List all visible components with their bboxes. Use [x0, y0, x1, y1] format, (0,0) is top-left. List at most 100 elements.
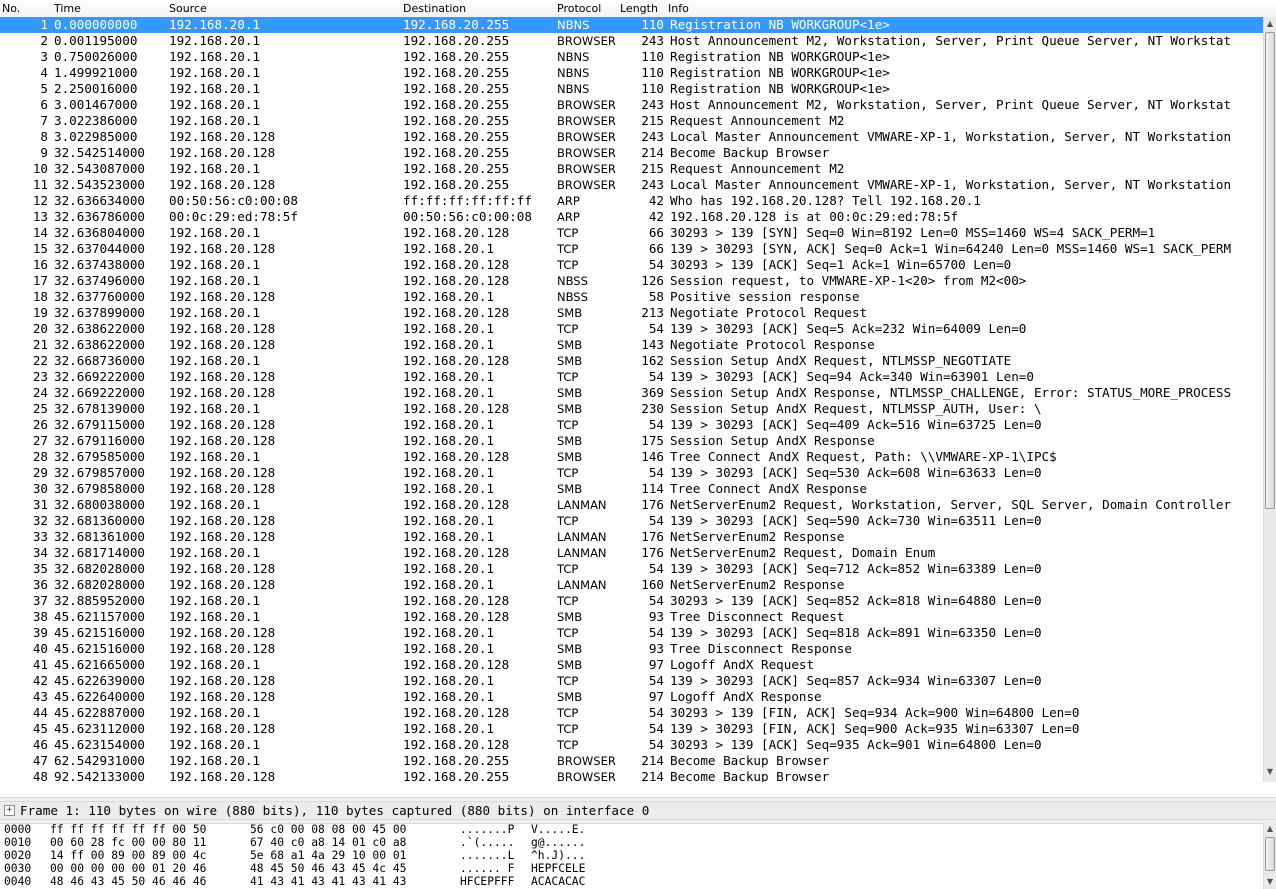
packet-row[interactable]: 35 32.682028000 192.168.20.128 192.168.20.1…: [0, 561, 1263, 577]
packet-row[interactable]: 3 0.750026000 192.168.20.1 192.168.20.255 NB…: [0, 49, 1263, 65]
packet-info: 139 > 30293 [ACK] Seq=409 Ack=516 Win=63…: [670, 417, 1042, 432]
vertical-scroll-thumb[interactable]: [1265, 32, 1275, 509]
packet-row[interactable]: 7 3.022386000 192.168.20.1 192.168.20.255 BR…: [0, 113, 1263, 129]
packet-row[interactable]: 22 32.668736000 192.168.20.1 192.168.20.128…: [0, 353, 1263, 369]
packet-destination: 192.168.20.1: [403, 513, 494, 528]
packet-row[interactable]: 45 45.623112000 192.168.20.128 192.168.20.1…: [0, 721, 1263, 737]
packet-destination: 192.168.20.1: [403, 481, 494, 496]
column-header-length[interactable]: Length: [620, 2, 658, 15]
packet-row[interactable]: 30 32.679858000 192.168.20.128 192.168.20.1…: [0, 481, 1263, 497]
packet-row[interactable]: 13 32.636786000 00:0c:29:ed:78:5f 00:50:56:…: [0, 209, 1263, 225]
ascii-bytes: g@......: [531, 836, 586, 849]
packet-source: 192.168.20.1: [169, 737, 260, 752]
packet-row[interactable]: 2 0.001195000 192.168.20.1 192.168.20.255 BR…: [0, 33, 1263, 49]
bytes-scroll-up-arrow-icon[interactable]: ▲: [1264, 824, 1276, 833]
frame-summary-item[interactable]: Frame 1: 110 bytes on wire (880 bits), 1…: [20, 802, 649, 819]
packet-destination: 192.168.20.128: [403, 305, 510, 320]
packet-row[interactable]: 24 32.669222000 192.168.20.128 192.168.20.1…: [0, 385, 1263, 401]
packet-info: 139 > 30293 [SYN, ACK] Seq=0 Ack=1 Win=6…: [670, 241, 1232, 256]
packet-number: 37: [32, 593, 48, 608]
packet-row[interactable]: 40 45.621516000 192.168.20.128 192.168.20.1…: [0, 641, 1263, 657]
packet-row[interactable]: 41 45.621665000 192.168.20.1 192.168.20.128…: [0, 657, 1263, 673]
packet-row[interactable]: 38 45.621157000 192.168.20.1 192.168.20.128…: [0, 609, 1263, 625]
packet-row[interactable]: 19 32.637899000 192.168.20.1 192.168.20.128…: [0, 305, 1263, 321]
packet-row[interactable]: 15 32.637044000 192.168.20.128 192.168.20.1…: [0, 241, 1263, 257]
packet-row[interactable]: 39 45.621516000 192.168.20.128 192.168.20.1…: [0, 625, 1263, 641]
packet-protocol: SMB: [557, 482, 583, 496]
packet-destination: 192.168.20.128: [403, 609, 510, 624]
packet-number: 44: [32, 705, 48, 720]
column-header-destination[interactable]: Destination: [403, 2, 466, 15]
packet-length: 214: [641, 753, 664, 768]
packet-row[interactable]: 33 32.681361000 192.168.20.128 192.168.20.1…: [0, 529, 1263, 545]
packet-row[interactable]: 42 45.622639000 192.168.20.128 192.168.20.1…: [0, 673, 1263, 689]
packet-row[interactable]: 8 3.022985000 192.168.20.128 192.168.20.255…: [0, 129, 1263, 145]
column-header-info[interactable]: Info: [668, 2, 689, 15]
packet-info: Tree Disconnect Response: [670, 641, 852, 656]
packet-list-vertical-scrollbar[interactable]: ▲ ▼: [1263, 17, 1276, 782]
packet-length: 369: [641, 385, 664, 400]
packet-number: 22: [32, 353, 48, 368]
bytes-scroll-down-arrow-icon[interactable]: ▼: [1264, 877, 1276, 886]
packet-number: 39: [32, 625, 48, 640]
packet-row[interactable]: 18 32.637760000 192.168.20.128 192.168.20.1…: [0, 289, 1263, 305]
packet-row[interactable]: 11 32.543523000 192.168.20.128 192.168.20.2…: [0, 177, 1263, 193]
packet-row[interactable]: 47 62.542931000 192.168.20.1 192.168.20.255…: [0, 753, 1263, 769]
packet-row[interactable]: 26 32.679115000 192.168.20.128 192.168.20.1…: [0, 417, 1263, 433]
packet-length: 176: [641, 545, 664, 560]
packet-protocol: BROWSER: [557, 770, 616, 782]
packet-protocol: SMB: [557, 642, 583, 656]
column-header-no[interactable]: No.: [2, 2, 20, 15]
packet-row[interactable]: 34 32.681714000 192.168.20.1 192.168.20.128…: [0, 545, 1263, 561]
packet-destination: ff:ff:ff:ff:ff:ff: [403, 193, 532, 208]
bytes-pane-vertical-scrollbar[interactable]: ▲ ▼: [1263, 823, 1276, 889]
packet-row[interactable]: 32 32.681360000 192.168.20.128 192.168.20.1…: [0, 513, 1263, 529]
packet-row[interactable]: 16 32.637438000 192.168.20.1 192.168.20.128…: [0, 257, 1263, 273]
packet-row[interactable]: 48 92.542133000 192.168.20.128 192.168.20.2…: [0, 769, 1263, 782]
bytes-scroll-thumb[interactable]: [1265, 837, 1275, 871]
packet-info: Registration NB WORKGROUP<1e>: [670, 49, 890, 64]
packet-row[interactable]: 44 45.622887000 192.168.20.1 192.168.20.128…: [0, 705, 1263, 721]
packet-row[interactable]: 9 32.542514000 192.168.20.128 192.168.20.25…: [0, 145, 1263, 161]
packet-time: 32.637438000: [54, 257, 145, 272]
packet-row[interactable]: 6 3.001467000 192.168.20.1 192.168.20.255 BR…: [0, 97, 1263, 113]
packet-row[interactable]: 31 32.680038000 192.168.20.1 192.168.20.128…: [0, 497, 1263, 513]
hex-bytes: 14 ff 00 89 00 89 00 4c: [50, 849, 207, 862]
packet-row[interactable]: 1 0.000000000 192.168.20.1 192.168.20.255 NB…: [0, 17, 1263, 33]
packet-source: 192.168.20.1: [169, 753, 260, 768]
packet-destination: 192.168.20.128: [403, 257, 510, 272]
packet-source: 192.168.20.128: [169, 433, 276, 448]
packet-row[interactable]: 23 32.669222000 192.168.20.128 192.168.20.1…: [0, 369, 1263, 385]
packet-row[interactable]: 20 32.638622000 192.168.20.128 192.168.20.1…: [0, 321, 1263, 337]
packet-length: 146: [641, 449, 664, 464]
packet-row[interactable]: 10 32.543087000 192.168.20.1 192.168.20.255…: [0, 161, 1263, 177]
packet-row[interactable]: 4 1.499921000 192.168.20.1 192.168.20.255 NB…: [0, 65, 1263, 81]
packet-row[interactable]: 14 32.636804000 192.168.20.1 192.168.20.128…: [0, 225, 1263, 241]
column-header-source[interactable]: Source: [169, 2, 207, 15]
expand-tree-icon[interactable]: +: [4, 805, 15, 816]
scroll-up-arrow-icon[interactable]: ▲: [1264, 19, 1276, 28]
packet-row[interactable]: 43 45.622640000 192.168.20.128 192.168.20.1…: [0, 689, 1263, 705]
packet-number: 13: [32, 209, 48, 224]
packet-source: 192.168.20.128: [169, 689, 276, 704]
packet-time: 62.542931000: [54, 753, 145, 768]
packet-row[interactable]: 17 32.637496000 192.168.20.1 192.168.20.128…: [0, 273, 1263, 289]
packet-row[interactable]: 12 32.636634000 00:50:56:c0:00:08 ff:ff:ff:…: [0, 193, 1263, 209]
column-header-protocol[interactable]: Protocol: [557, 2, 601, 15]
packet-row[interactable]: 29 32.679857000 192.168.20.128 192.168.20.1…: [0, 465, 1263, 481]
packet-row[interactable]: 37 32.885952000 192.168.20.1 192.168.20.128…: [0, 593, 1263, 609]
column-header-time[interactable]: Time: [54, 2, 81, 15]
packet-row[interactable]: 5 2.250016000 192.168.20.1 192.168.20.255 NB…: [0, 81, 1263, 97]
packet-destination: 192.168.20.255: [403, 81, 510, 96]
packet-row[interactable]: 27 32.679116000 192.168.20.128 192.168.20.1…: [0, 433, 1263, 449]
packet-row[interactable]: 21 32.638622000 192.168.20.128 192.168.20.1…: [0, 337, 1263, 353]
packet-destination: 192.168.20.255: [403, 17, 510, 32]
packet-row[interactable]: 28 32.679585000 192.168.20.1 192.168.20.128…: [0, 449, 1263, 465]
packet-row[interactable]: 36 32.682028000 192.168.20.128 192.168.20.1…: [0, 577, 1263, 593]
packet-row[interactable]: 46 45.623154000 192.168.20.1 192.168.20.128…: [0, 737, 1263, 753]
scroll-down-arrow-icon[interactable]: ▼: [1264, 767, 1276, 776]
packet-row[interactable]: 25 32.678139000 192.168.20.1 192.168.20.128…: [0, 401, 1263, 417]
packet-protocol: ARP: [557, 210, 580, 224]
packet-source: 00:50:56:c0:00:08: [169, 193, 298, 208]
packet-length: 143: [641, 337, 664, 352]
